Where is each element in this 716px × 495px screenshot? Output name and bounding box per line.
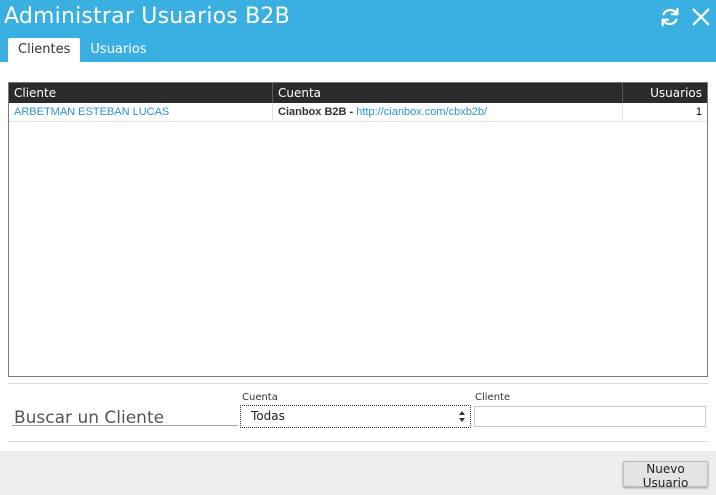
cell-cliente[interactable]: ARBETMAN ESTEBAN LUCAS xyxy=(9,103,273,121)
window-title: Administrar Usuarios B2B xyxy=(4,4,290,29)
cell-usuarios: 1 xyxy=(695,106,702,118)
refresh-icon[interactable] xyxy=(659,6,681,28)
cuenta-separator: - xyxy=(346,106,357,118)
cliente-label: Cliente xyxy=(475,392,511,403)
cell-cuenta: Cianbox B2B - http://cianbox.com/cbxb2b/ xyxy=(273,103,623,121)
column-header-usuarios[interactable]: Usuarios xyxy=(623,83,707,103)
table-row[interactable]: ARBETMAN ESTEBAN LUCAS Cianbox B2B - htt… xyxy=(9,103,707,122)
column-header-cliente[interactable]: Cliente xyxy=(9,83,273,103)
cuenta-select[interactable]: Todas xyxy=(240,405,471,428)
tab-clientes[interactable]: Clientes xyxy=(8,38,81,62)
cuenta-name: Cianbox B2B xyxy=(278,106,347,118)
cuenta-select-value: Todas xyxy=(251,409,285,423)
search-title-underline xyxy=(12,425,238,426)
grid-header: Cliente Cuenta Usuarios xyxy=(9,83,707,103)
footer-bar xyxy=(0,451,716,495)
clientes-grid: Cliente Cuenta Usuarios ARBETMAN ESTEBAN… xyxy=(8,82,708,377)
divider xyxy=(8,383,708,384)
cliente-input[interactable] xyxy=(474,406,706,427)
cuenta-label: Cuenta xyxy=(242,392,278,403)
nuevo-usuario-button[interactable]: Nuevo Usuario xyxy=(623,461,708,490)
tab-usuarios[interactable]: Usuarios xyxy=(80,38,156,62)
select-arrows-icon xyxy=(459,411,465,422)
cuenta-url-link[interactable]: http://cianbox.com/cbxb2b/ xyxy=(356,106,487,118)
close-icon[interactable] xyxy=(690,6,712,28)
window-header: Administrar Usuarios B2B Clientes Usuari… xyxy=(0,0,716,62)
column-header-cuenta[interactable]: Cuenta xyxy=(273,83,623,103)
divider xyxy=(8,441,708,442)
cliente-link[interactable]: ARBETMAN ESTEBAN LUCAS xyxy=(14,106,169,118)
tab-bar: Clientes Usuarios xyxy=(8,38,157,62)
